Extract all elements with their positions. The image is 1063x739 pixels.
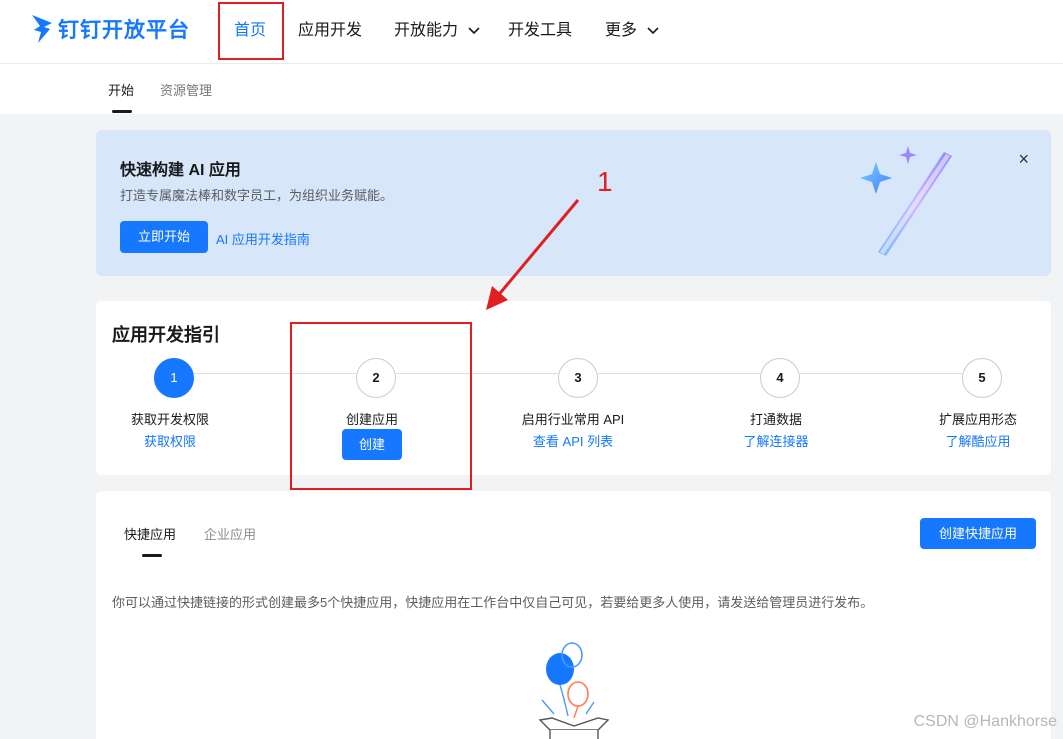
nav-item-open-capabilities[interactable]: 开放能力 [394,0,481,62]
nav-item-more-label: 更多 [605,22,638,39]
subtab-resource-management[interactable]: 资源管理 [160,80,212,99]
tab-enterprise-apps[interactable]: 企业应用 [204,524,256,543]
subtab-active-indicator [112,110,132,113]
quick-apps-description: 你可以通过快捷链接的形式创建最多5个快捷应用，快捷应用在工作台中仅自己可见，若要… [112,595,874,610]
step-1-label: 获取开发权限 [130,412,209,427]
step-3-number: 3 [558,358,598,398]
banner-title: 快速构建 AI 应用 [120,162,241,179]
nav-item-more[interactable]: 更多 [605,0,660,62]
dev-guide-card: 应用开发指引 1 获取开发权限 获取权限 2 创建应用 创建 3 启用行业常用 … [96,301,1051,475]
step-3-link[interactable]: 查看 API 列表 [493,431,653,450]
brand-name: 钉钉开放平台 [58,19,190,42]
step-4-label: 打通数据 [749,412,802,427]
apps-card: 快捷应用 企业应用 创建快捷应用 你可以通过快捷链接的形式创建最多5个快捷应用，… [96,491,1051,739]
step-5-number: 5 [962,358,1002,398]
annotation-number: 1 [597,166,613,197]
brand-logo[interactable]: 钉钉开放平台 [30,12,190,46]
top-navbar: 钉钉开放平台 首页 应用开发 开放能力 开发工具 更多 [0,0,1063,64]
step-1-number: 1 [154,358,194,398]
annotation-highlight-create-step [290,322,472,490]
annotation-highlight-home [218,2,284,60]
step-connector [598,373,760,374]
guide-title: 应用开发指引 [112,325,220,345]
chevron-down-icon [468,27,481,34]
sub-navbar: 开始 资源管理 [0,64,1063,114]
step-1-link[interactable]: 获取权限 [90,431,250,450]
nav-item-app-dev[interactable]: 应用开发 [298,0,362,62]
step-connector [800,373,962,374]
annotation-arrow-icon [486,199,580,310]
step-4-link[interactable]: 了解连接器 [696,431,856,450]
ai-guide-link[interactable]: AI 应用开发指南 [216,229,310,248]
create-quick-app-button[interactable]: 创建快捷应用 [920,518,1036,549]
step-4-number: 4 [760,358,800,398]
subtab-start[interactable]: 开始 [108,80,134,99]
banner-subtitle: 打造专属魔法棒和数字员工，为组织业务赋能。 [120,188,394,203]
start-now-button[interactable]: 立即开始 [120,221,208,253]
nav-item-open-capabilities-label: 开放能力 [394,22,459,39]
watermark: CSDN @Hankhorse [913,713,1057,730]
empty-balloon-box-illustration [538,642,610,739]
close-icon[interactable]: × [1018,150,1029,168]
step-5-label: 扩展应用形态 [938,412,1017,427]
dingtalk-logo-icon [32,15,52,43]
tab-quick-apps[interactable]: 快捷应用 [124,524,176,543]
nav-item-dev-tools[interactable]: 开发工具 [508,0,572,62]
magic-wand-illustration [860,146,952,256]
step-3-label: 启用行业常用 API [521,412,625,427]
chevron-down-icon [647,27,660,34]
app-tab-active-indicator [142,554,162,557]
step-5-link[interactable]: 了解酷应用 [898,431,1058,450]
